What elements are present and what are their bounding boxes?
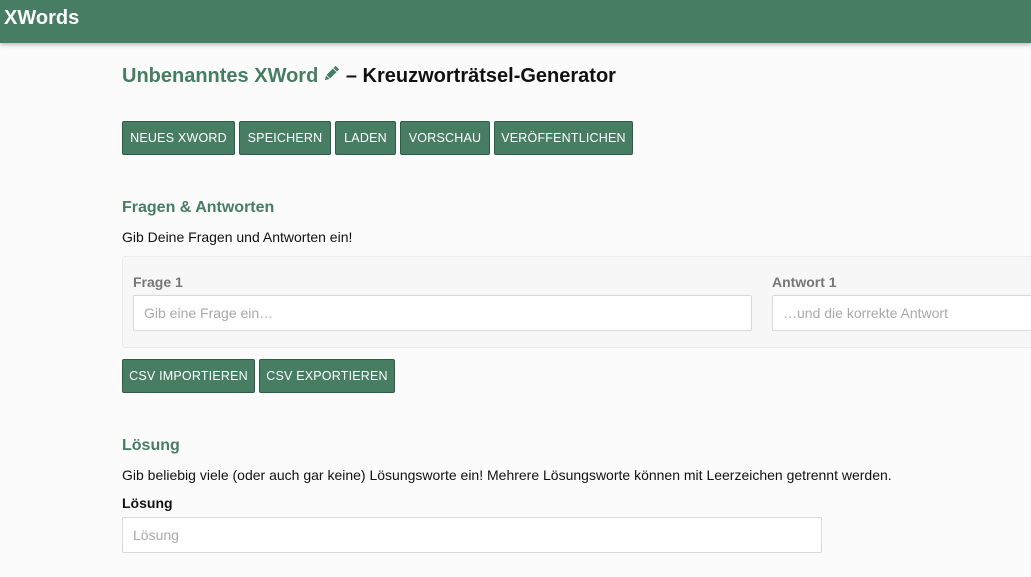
solution-section-description: Gib beliebig viele (oder auch gar keine)… [122,467,892,483]
load-button[interactable]: Laden [335,121,396,155]
publish-button[interactable]: Veröffentlichen [494,121,633,155]
pencil-icon[interactable] [322,64,340,90]
answer-input[interactable] [772,295,1031,331]
main-content: Unbenanntes XWord – Kreuzworträtsel-Gene… [122,43,1031,577]
brand-logo[interactable]: XWords [4,7,79,29]
save-button[interactable]: Speichern [239,121,331,155]
question-label: Frage 1 [133,274,183,290]
page-title: Unbenanntes XWord – Kreuzworträtsel-Gene… [122,63,616,90]
page-subtitle: – Kreuzworträtsel-Generator [345,65,616,87]
solution-input[interactable] [122,517,822,553]
qa-section-title: Fragen & Antworten [122,199,275,216]
new-xword-button[interactable]: Neues XWord [122,121,235,155]
qa-section-description: Gib Deine Fragen und Antworten ein! [122,229,353,245]
top-navbar: XWords [0,0,1031,43]
question-input[interactable] [133,295,752,331]
qa-row: Frage 1 Antwort 1 [122,256,1031,348]
solution-section-title: Lösung [122,437,180,454]
answer-label: Antwort 1 [772,274,837,290]
preview-button[interactable]: Vorschau [400,121,490,155]
solution-label: Lösung [122,495,173,511]
csv-import-button[interactable]: CSV importieren [122,359,255,393]
xword-name: Unbenanntes XWord [122,65,319,87]
csv-export-button[interactable]: CSV exportieren [259,359,395,393]
